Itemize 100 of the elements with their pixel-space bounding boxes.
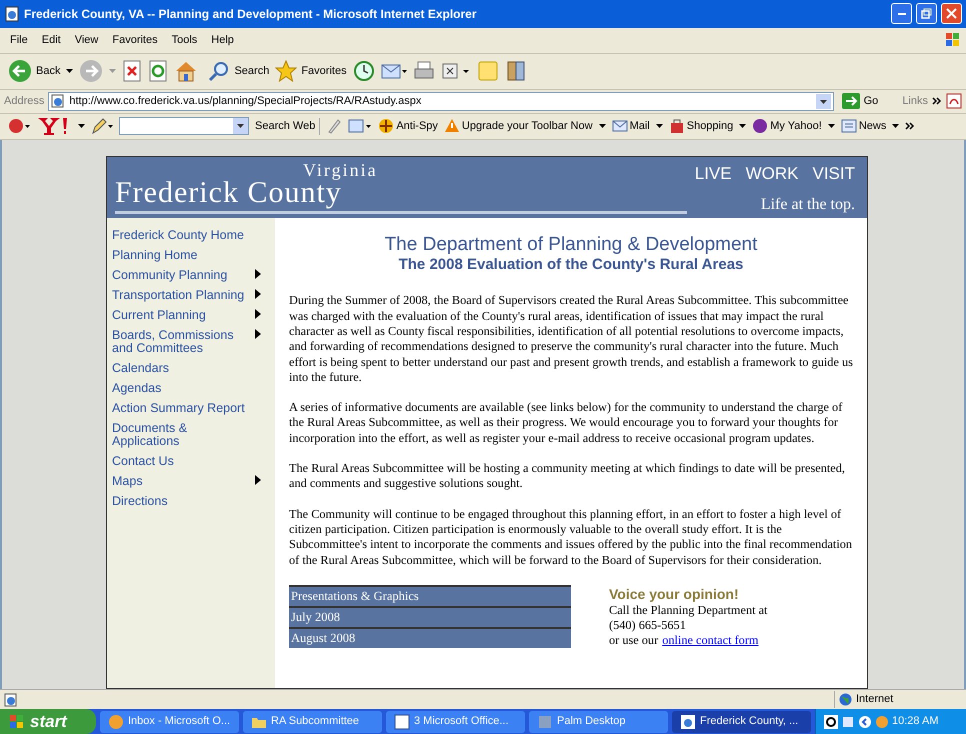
submenu-arrow-icon [255,329,261,340]
submenu-arrow-icon [255,289,261,300]
stop-icon[interactable] [122,60,142,82]
paragraph: The Rural Areas Subcommittee will be hosting a community meeting at which findings to date will be presented, and comments and suggestive solutions sought. [289,461,846,492]
menu-item[interactable]: Favorites [106,32,164,49]
chevron-icon[interactable] [905,121,916,132]
taskbar-button[interactable]: RA Subcommittee [243,710,382,732]
address-field[interactable]: http://www.co.frederick.va.us/planning/SpecialProjects/RA/RAstudy.aspx [48,92,834,111]
contact-text: (540) 665-5651 [609,618,687,633]
go-button[interactable]: Go [838,92,882,110]
paragraph: A series of informative documents are available (see links below) for the community to understand the charge of the Rural Areas Subcommittee, as well as their progress. We would encourage you to forward your thoughts for incorporation into the effort, as well as register your e-mail address to receive occasional program updates. [289,400,844,446]
document-link[interactable]: July 2008 [289,606,571,627]
toolbar-button[interactable]: Shopping [668,118,734,135]
sidebar-link[interactable]: Community Planning [112,269,261,282]
menu-item[interactable]: Tools [166,32,204,49]
dropdown-caret-icon[interactable] [598,124,606,129]
gift-bag-icon [668,118,685,134]
toolbar-button[interactable]: Upgrade your Toolbar Now [444,118,593,135]
tagline: Life at the top. [760,194,855,215]
sidebar-link[interactable]: Boards, Commissions and Committees [112,329,261,356]
sidebar-link[interactable]: Frederick County Home [112,229,261,242]
dropdown-caret-icon[interactable] [66,68,74,74]
window-icon[interactable] [348,118,372,134]
taskbar-button[interactable]: 3 Microsoft Office... [386,710,525,732]
restore-icon [921,8,932,20]
minimize-button[interactable] [891,3,912,24]
history-icon[interactable] [352,60,375,82]
go-arrow-icon [842,93,860,110]
dropdown-caret-icon [233,118,248,134]
paragraph: The Community will continue to be engaged throughout this planning effort, in an effort to foster a high level of citizen participation. Citizen participation is enormously valuable to the overall study effort. It is the Subcommittee's intent to incorporate the comments and issues offered by the public into the final recommendation of the Rural Areas Subcommittee, which will be forward to the Board of Supervisors for their consideration. [289,506,853,568]
menu-item[interactable]: Help [205,32,240,49]
nav-link[interactable]: LIVE [694,161,732,187]
pdf-icon[interactable] [946,93,962,110]
state-name: Virginia [302,161,379,180]
address-text: http://www.co.frederick.va.us/planning/SpecialProjects/RA/RAstudy.aspx [69,94,422,109]
page-subheading: The 2008 Evaluation of the County's Rural Areas [398,256,744,274]
submenu-arrow-icon [255,269,261,280]
star-icon [275,60,298,82]
document-link[interactable]: August 2008 [289,626,571,648]
dropdown-caret-icon[interactable] [739,124,746,129]
sidebar-link[interactable]: Maps [112,475,261,488]
search-button[interactable]: Search [208,60,270,82]
eraser-icon[interactable] [326,118,342,134]
app-icon [108,714,124,730]
sidebar-link[interactable]: Current Planning [112,309,261,322]
window-title: Frederick County, VA -- Planning and Development - Microsoft Internet Explorer [24,6,478,23]
submenu-arrow-icon [255,309,261,320]
links-label: Links [902,94,928,109]
contact-form-link[interactable]: online contact form [662,632,758,648]
taskbar-button[interactable]: Frederick County, ... [672,710,811,732]
nav-link[interactable]: WORK [746,161,798,187]
start-button[interactable]: start [0,709,96,734]
dropdown-caret-icon[interactable] [816,94,831,109]
chevron-icon[interactable] [932,96,942,106]
home-icon[interactable] [174,59,198,84]
page-icon [51,94,66,108]
sidebar-link[interactable]: Directions [112,495,261,508]
toolbar-button[interactable]: News [840,118,886,135]
search-icon [208,60,230,82]
dropdown-caret-icon[interactable] [892,124,900,129]
search-web-button[interactable]: Search Web [255,118,320,135]
menu-item[interactable]: File [4,32,34,49]
sidebar-link[interactable]: Contact Us [112,455,261,468]
toolbar-button[interactable]: Mail [612,118,650,135]
dropdown-caret-icon[interactable] [656,124,663,129]
clock: 10:28 AM [892,714,938,730]
sidebar-link[interactable]: Agendas [112,382,261,396]
paragraph: During the Summer of 2008, the Board of Supervisors created the Rural Areas Subcommittee. This subcommittee was charged with the evaluation of the County's rural areas, identification of issues that may impact the rural character as well as County fiscal responsibilities, identification of all potential resolutions to overcome impacts, and forwarding of recommendations designed to preserve the community's rural character into the future. Much effort is being spent to better understand our past and present growth trends, and establish a framework to guide us into the future. [289,293,853,386]
newspaper-icon [840,118,857,134]
sidebar-link[interactable]: Planning Home [112,249,261,262]
pencil-icon[interactable] [91,117,113,136]
page-icon [4,6,20,22]
address-label: Address [4,94,44,109]
app-icon [537,714,553,730]
menu-item[interactable]: Edit [36,32,67,49]
sidebar-link[interactable]: Documents & Applications [112,422,261,448]
nav-link[interactable]: VISIT [812,161,855,187]
favorites-button[interactable]: Favorites [275,60,347,82]
back-button[interactable]: Back [8,59,60,84]
toolbar-button[interactable]: My Yahoo! [752,118,822,135]
sidebar-link[interactable]: Transportation Planning [112,289,261,302]
county-name: Frederick County [115,179,342,208]
dropdown-caret-icon[interactable] [78,124,85,129]
taskbar-button[interactable]: Palm Desktop [529,710,668,732]
search-field[interactable] [119,117,249,136]
toolbar-button[interactable]: Anti-Spy [378,118,438,135]
restore-button[interactable] [916,3,937,24]
windows-logo-icon [8,712,26,730]
sidebar-link[interactable]: Calendars [112,362,261,376]
contact-text: or use our [609,632,658,648]
taskbar-button[interactable]: Inbox - Microsoft O... [100,710,239,732]
close-button[interactable] [941,3,962,24]
document-link[interactable]: Presentations & Graphics [289,584,571,606]
close-icon [946,8,957,20]
sidebar-link[interactable]: Action Summary Report [112,402,261,416]
menu-item[interactable]: View [68,32,104,49]
dropdown-caret-icon[interactable] [828,124,835,129]
warning-icon [444,118,460,134]
page-icon [4,692,18,707]
submenu-arrow-icon [255,475,261,486]
